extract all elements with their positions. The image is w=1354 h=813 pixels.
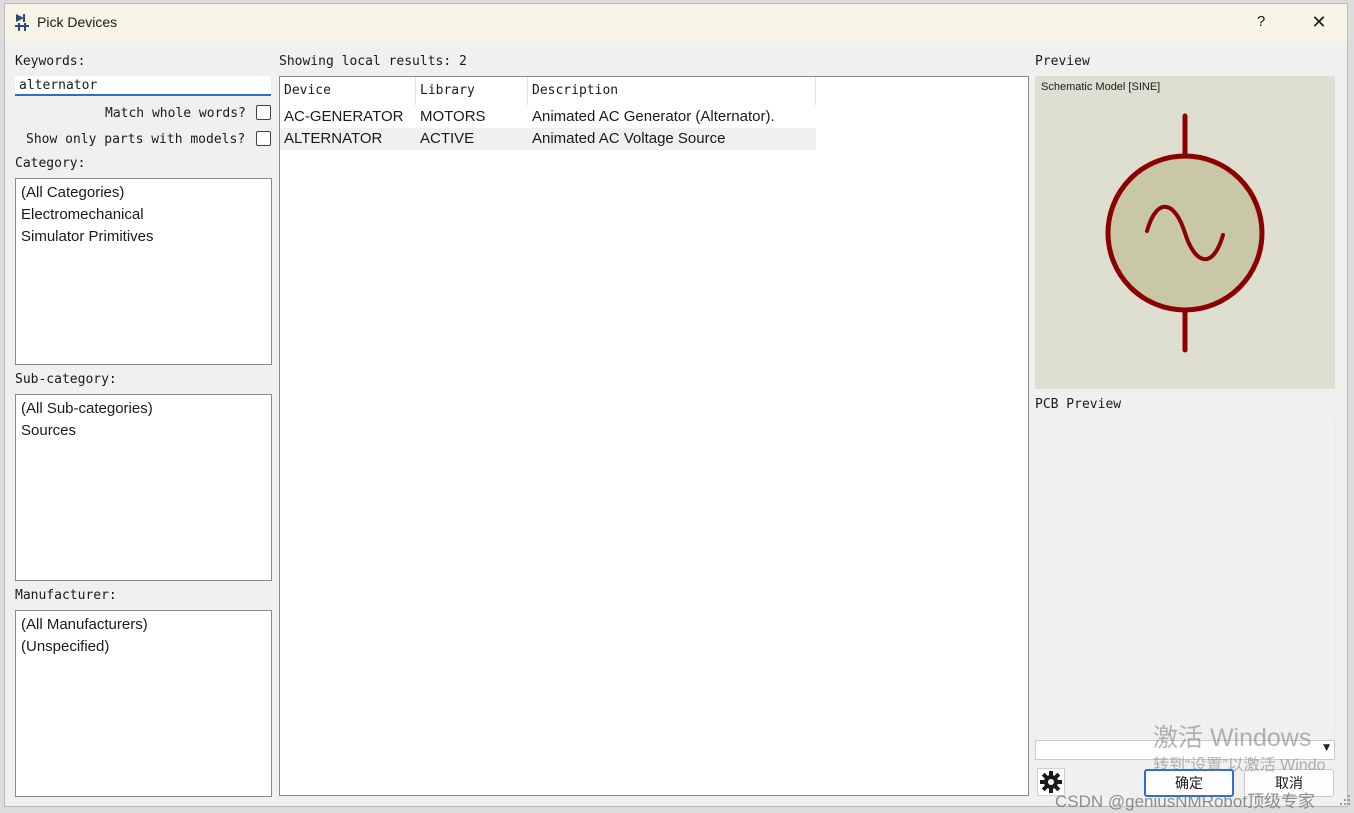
results-summary: Showing local results: 2	[279, 54, 467, 69]
app-icon	[15, 14, 29, 31]
category-label: Category:	[15, 156, 86, 171]
activate-windows-hint: 转到“设置”以激活 Windo	[1153, 757, 1326, 774]
title-bar[interactable]: Pick Devices ? ✕	[5, 4, 1347, 41]
column-header-device[interactable]: Device	[280, 77, 416, 105]
show-only-models-checkbox[interactable]	[256, 131, 271, 146]
pcb-preview	[1035, 420, 1335, 732]
subcategory-list[interactable]: (All Sub-categories) Sources	[15, 394, 272, 581]
match-whole-words-label: Match whole words?	[105, 106, 246, 121]
device-cell: ALTERNATOR	[284, 130, 383, 147]
ac-sine-source-icon	[1105, 113, 1265, 353]
table-row-selected[interactable]: ALTERNATOR ACTIVE Animated AC Voltage So…	[280, 128, 816, 150]
keywords-label: Keywords:	[15, 54, 86, 69]
manufacturer-item[interactable]: (Unspecified)	[21, 636, 271, 658]
schematic-preview: Schematic Model [SINE]	[1035, 76, 1335, 389]
description-cell: Animated AC Generator (Alternator).	[532, 108, 775, 125]
results-grid[interactable]: Device Library Description AC-GENERATOR …	[279, 76, 1029, 796]
show-only-models-label: Show only parts with models?	[26, 132, 246, 147]
manufacturer-item[interactable]: (All Manufacturers)	[21, 614, 271, 636]
help-button[interactable]: ?	[1249, 10, 1273, 34]
pick-devices-dialog: Pick Devices ? ✕ Keywords: Match whole w…	[4, 3, 1351, 811]
manufacturer-label: Manufacturer:	[15, 588, 117, 603]
column-header-library[interactable]: Library	[416, 77, 528, 105]
keywords-input[interactable]	[15, 76, 271, 96]
subcategory-item[interactable]: Sources	[21, 420, 271, 442]
table-row[interactable]: AC-GENERATOR MOTORS Animated AC Generato…	[280, 106, 816, 128]
activate-windows-watermark: 激活 Windows	[1153, 724, 1312, 752]
library-cell: ACTIVE	[420, 130, 475, 147]
category-item[interactable]: (All Categories)	[21, 182, 271, 204]
close-button[interactable]: ✕	[1307, 10, 1331, 34]
manufacturer-list[interactable]: (All Manufacturers) (Unspecified)	[15, 610, 272, 797]
category-item[interactable]: Simulator Primitives	[21, 226, 271, 248]
description-cell: Animated AC Voltage Source	[532, 130, 726, 147]
category-item[interactable]: Electromechanical	[21, 204, 271, 226]
device-cell: AC-GENERATOR	[284, 108, 404, 125]
subcategory-label: Sub-category:	[15, 372, 117, 387]
pcb-preview-label: PCB Preview	[1035, 397, 1122, 412]
subcategory-item[interactable]: (All Sub-categories)	[21, 398, 271, 420]
resize-grip-icon[interactable]	[1339, 794, 1351, 806]
csdn-watermark: CSDN @geniusNMRobot顶级专家	[1055, 792, 1316, 811]
match-whole-words-checkbox[interactable]	[256, 105, 271, 120]
preview-label: Preview	[1035, 54, 1090, 69]
library-cell: MOTORS	[420, 108, 486, 125]
window-title: Pick Devices	[37, 14, 118, 30]
column-header-description[interactable]: Description	[528, 77, 816, 105]
category-list[interactable]: (All Categories) Electromechanical Simul…	[15, 178, 272, 365]
